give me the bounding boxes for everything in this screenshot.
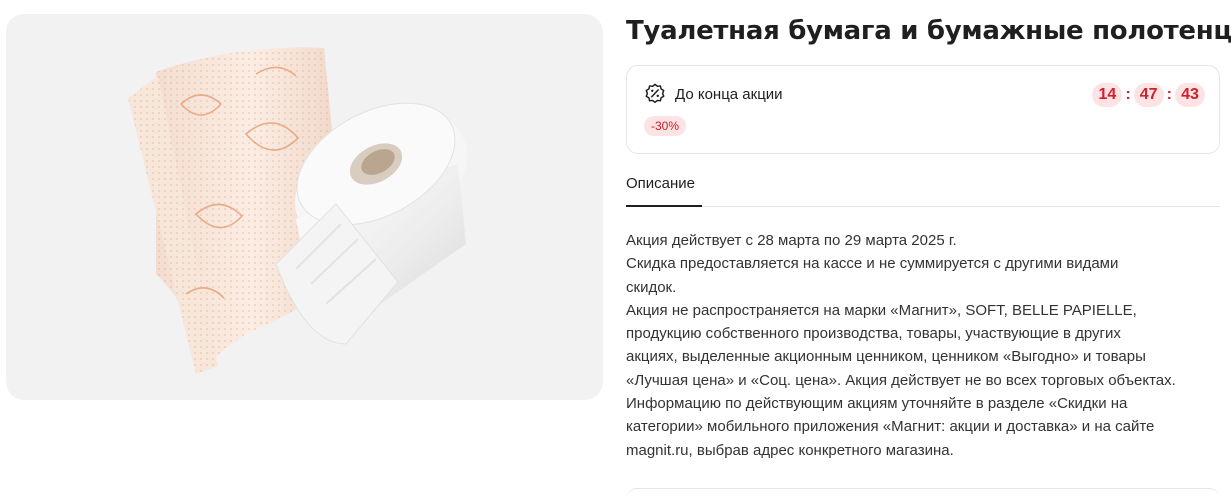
discount-badge: -30% — [644, 116, 687, 136]
countdown-timer: 14 : 47 : 43 — [1092, 83, 1205, 107]
timer-minutes: 47 — [1133, 83, 1164, 107]
tab-divider — [626, 206, 1220, 207]
timer-seconds: 43 — [1175, 83, 1205, 107]
description-line: акциях, выделенные акционным ценником, ц… — [626, 348, 1146, 366]
description-line: «Лучшая цена» и «Соц. цена». Акция дейст… — [626, 371, 1176, 389]
description-line: продукцию собственного производства, тов… — [626, 325, 1121, 343]
paper-rolls-illustration — [128, 47, 467, 374]
timer-hours: 14 — [1092, 83, 1123, 107]
description-line: Информацию по действующим акциям уточняй… — [626, 395, 1128, 413]
product-title: Туалетная бумага и бумажные полотенца — [626, 16, 1231, 46]
promo-countdown-label: До конца акции — [675, 86, 783, 103]
description-line: скидок. — [626, 278, 677, 296]
product-image — [6, 14, 603, 400]
tab-description[interactable]: Описание — [626, 175, 695, 192]
active-tab-indicator — [626, 205, 702, 207]
percent-badge-icon — [645, 83, 665, 104]
description-line: Акция не распространяется на марки «Магн… — [626, 301, 1137, 319]
description-line: magnit.ru, выбрав адрес конкретного мага… — [626, 441, 954, 459]
description-line: Акция действует с 28 марта по 29 марта 2… — [626, 232, 957, 249]
description-line: Скидка предоставляется на кассе и не сум… — [626, 255, 1119, 273]
promo-card: До конца акции -30% 14 : 47 : 43 — [626, 65, 1220, 154]
promo-description: Акция действует с 28 марта по 29 марта 2… — [626, 229, 1226, 462]
timer-separator: : — [1125, 86, 1131, 103]
timer-separator: : — [1166, 86, 1172, 103]
description-line: категории» мобильного приложения «Магнит… — [626, 418, 1155, 436]
